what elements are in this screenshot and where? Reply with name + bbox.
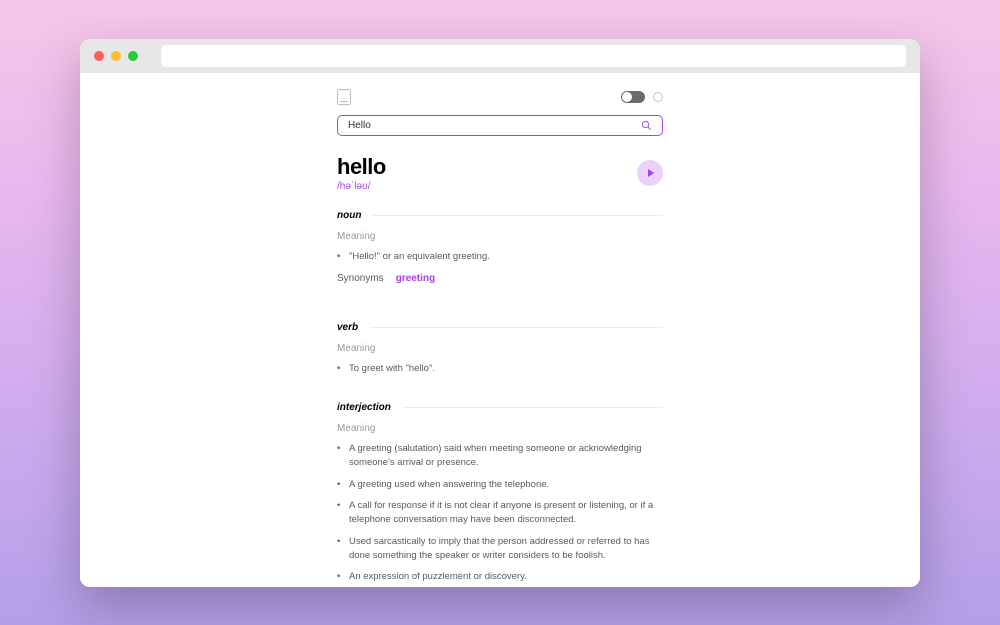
close-window-button[interactable]	[94, 51, 104, 61]
definition-item: A greeting used when answering the telep…	[337, 478, 663, 492]
meaning-label: Meaning	[337, 423, 663, 434]
definition-item: Used sarcastically to imply that the per…	[337, 535, 663, 563]
definition-item: "Hello!" or an equivalent greeting.	[337, 250, 663, 264]
browser-window: hello /həˈləʊ/ noun Meaning "Hello!" or …	[80, 39, 920, 587]
search-input[interactable]	[348, 120, 641, 131]
sun-icon	[653, 92, 663, 102]
part-of-speech: interjection	[337, 402, 391, 413]
definition-list: To greet with "hello".	[337, 362, 663, 376]
theme-toggle[interactable]	[621, 91, 645, 103]
phonetic-text: /həˈləʊ/	[337, 181, 386, 192]
entry-interjection: interjection Meaning A greeting (salutat…	[337, 402, 663, 586]
book-icon[interactable]	[337, 89, 351, 105]
definition-list: "Hello!" or an equivalent greeting.	[337, 250, 663, 264]
definition-item: A greeting (salutation) said when meetin…	[337, 442, 663, 470]
headword: hello	[337, 154, 386, 180]
search-icon[interactable]	[641, 120, 652, 131]
definition-item: A call for response if it is not clear i…	[337, 499, 663, 527]
definition-item: An expression of puzzlement or discovery…	[337, 570, 663, 584]
definition-list: A greeting (salutation) said when meetin…	[337, 442, 663, 584]
page-content: hello /həˈləʊ/ noun Meaning "Hello!" or …	[80, 73, 920, 587]
part-of-speech: verb	[337, 322, 358, 333]
play-icon	[648, 169, 654, 177]
divider	[403, 407, 663, 408]
address-bar[interactable]	[161, 45, 906, 67]
synonyms-row: Synonyms greeting	[337, 273, 663, 284]
part-of-speech: noun	[337, 210, 361, 221]
meaning-label: Meaning	[337, 231, 663, 242]
definition-item: To greet with "hello".	[337, 362, 663, 376]
divider	[370, 327, 663, 328]
entry-verb: verb Meaning To greet with "hello".	[337, 322, 663, 386]
maximize-window-button[interactable]	[128, 51, 138, 61]
word-header: hello /həˈləʊ/	[337, 154, 663, 192]
synonym-link[interactable]: greeting	[396, 273, 435, 284]
header-row	[337, 89, 663, 105]
play-audio-button[interactable]	[637, 160, 663, 186]
titlebar	[80, 39, 920, 73]
meaning-label: Meaning	[337, 343, 663, 354]
synonyms-label: Synonyms	[337, 273, 384, 284]
entry-noun: noun Meaning "Hello!" or an equivalent g…	[337, 210, 663, 307]
divider	[373, 215, 663, 216]
minimize-window-button[interactable]	[111, 51, 121, 61]
search-box[interactable]	[337, 115, 663, 136]
